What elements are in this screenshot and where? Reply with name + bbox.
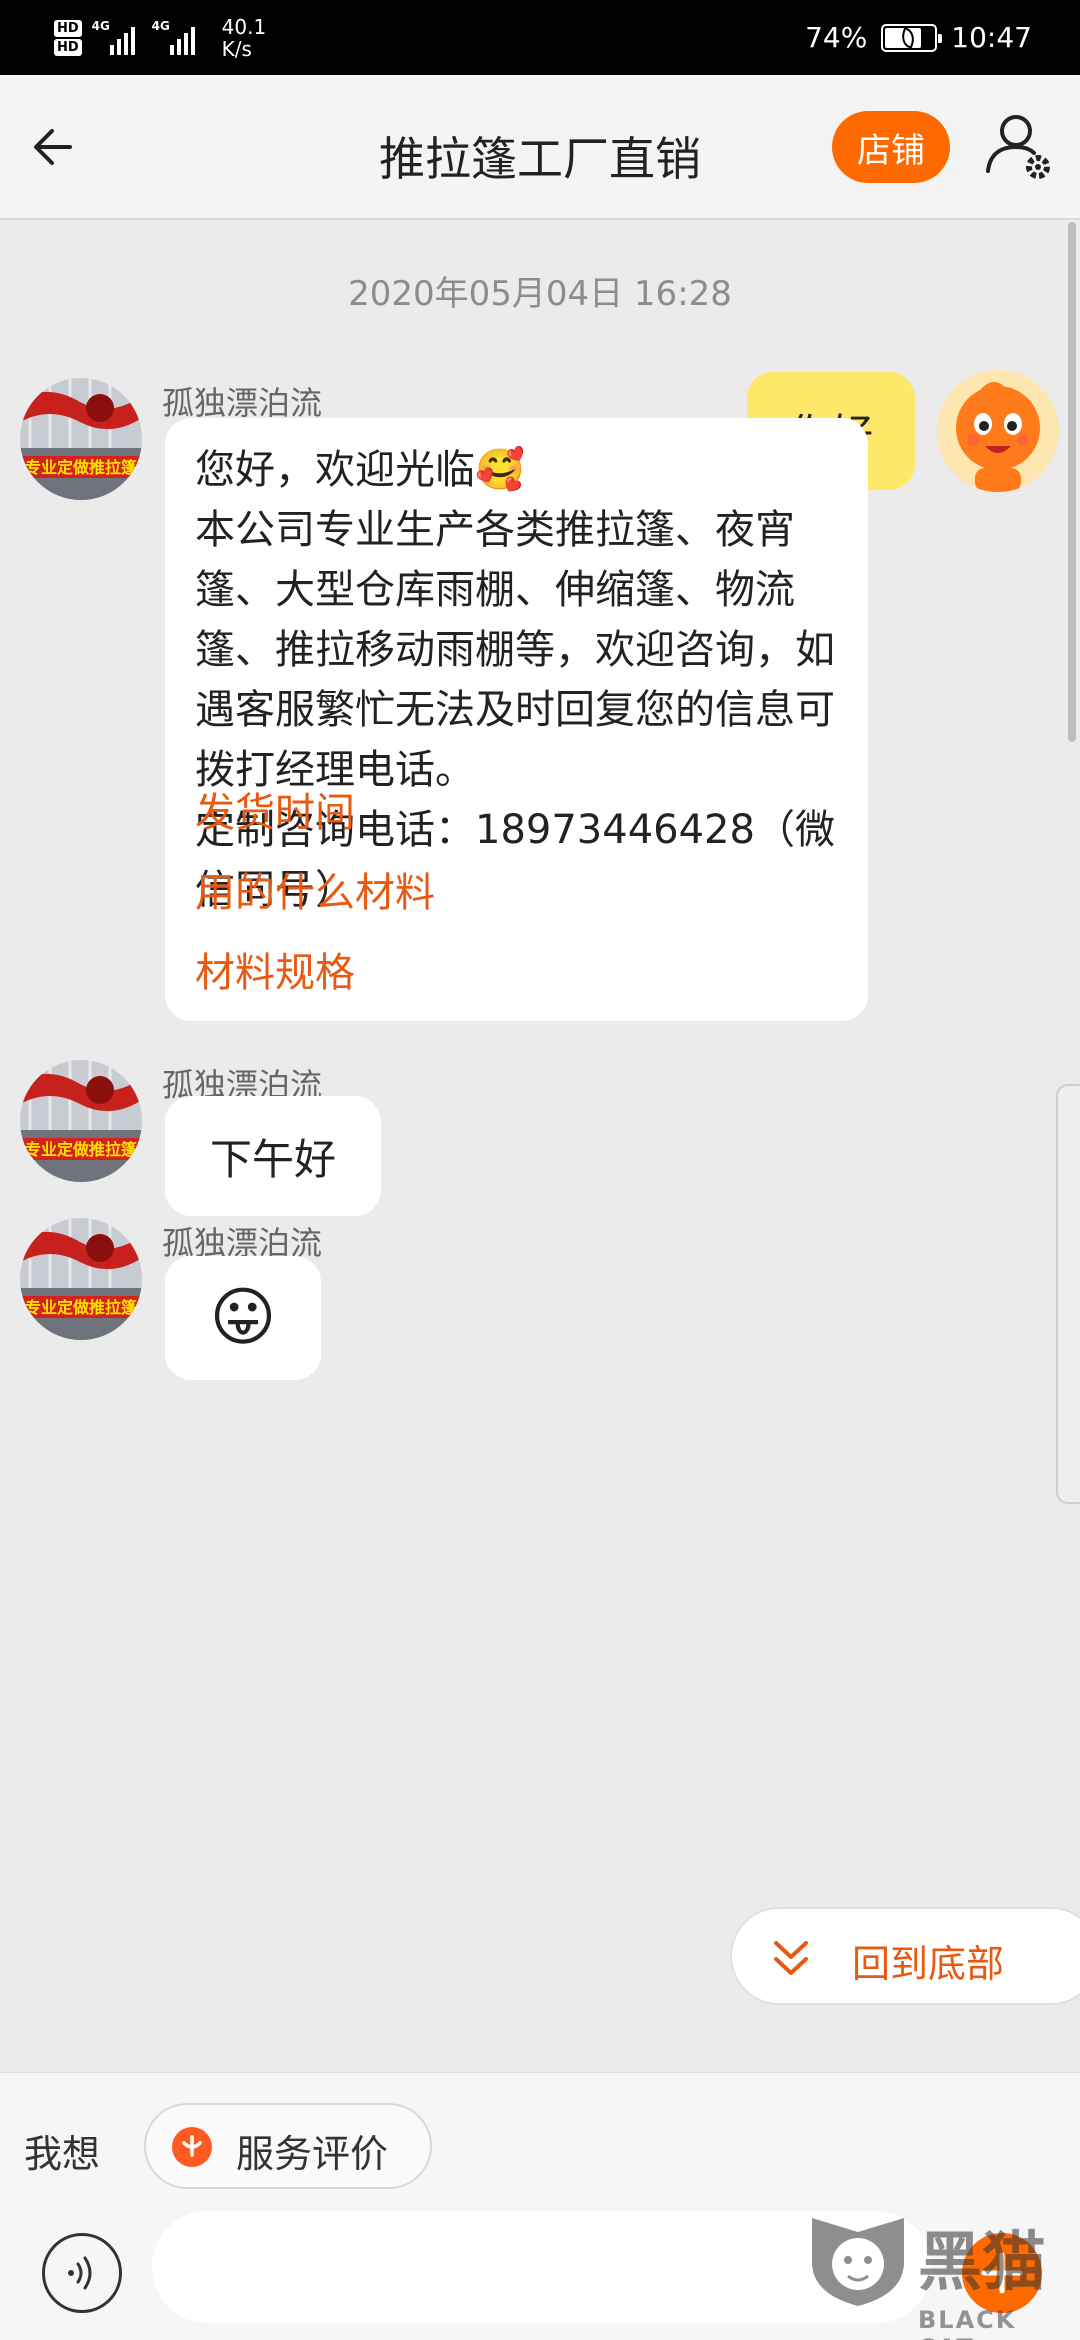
message-input[interactable]: [152, 2211, 932, 2323]
back-button[interactable]: [30, 117, 110, 177]
battery-percent: 74%: [805, 21, 868, 54]
store-banner-avatar: 专业定做推拉篷: [20, 1060, 142, 1182]
status-bar: HD HD 4G 4G 40.1 K/s 74% 10:47: [0, 0, 1080, 75]
double-chevron-down-icon: [774, 1941, 808, 1975]
emoji-message-bubble[interactable]: 😛: [165, 1256, 321, 1380]
my-avatar[interactable]: [937, 370, 1059, 492]
avatar-banner-text: 专业定做推拉篷: [25, 1298, 138, 1317]
store-button[interactable]: 店铺: [832, 111, 950, 183]
input-bar: 我想 服务评价: [0, 2072, 1080, 2340]
network-type: 4G: [91, 19, 110, 33]
avatar-banner-text: 专业定做推拉篷: [25, 1140, 138, 1159]
welcome-message-bubble[interactable]: 您好，欢迎光临🥰 本公司专业生产各类推拉篷、夜宵篷、大型仓库雨棚、伸缩篷、物流篷…: [165, 418, 868, 1021]
network-speed: 40.1 K/s: [221, 15, 267, 61]
signal-icon: 4G: [151, 19, 202, 55]
mascot-avatar-icon: [937, 370, 1059, 492]
quick-link-material-spec[interactable]: 材料规格: [195, 940, 355, 998]
quick-link-material[interactable]: 用的什么材料: [195, 860, 435, 918]
voice-input-button[interactable]: [42, 2233, 122, 2313]
back-arrow-icon: [34, 129, 72, 165]
back-to-bottom-label: 回到底部: [852, 1942, 1005, 1986]
rating-icon: [172, 2127, 212, 2167]
user-settings-icon: [986, 115, 1050, 179]
status-right: 74% 10:47: [805, 0, 1032, 75]
network-type: 4G: [151, 19, 170, 33]
suggestion-label: 我想: [24, 2132, 101, 2176]
avatar-banner-text: 专业定做推拉篷: [25, 458, 138, 477]
hd-icon: HD: [54, 20, 82, 37]
message-bubble[interactable]: 下午好: [165, 1096, 381, 1216]
scrollbar[interactable]: [1068, 222, 1076, 742]
user-settings-button[interactable]: [980, 107, 1060, 187]
quick-link-shipping-time[interactable]: 发货时间: [195, 780, 355, 838]
welcome-message-text: 您好，欢迎光临🥰 本公司专业生产各类推拉篷、夜宵篷、大型仓库雨棚、伸缩篷、物流篷…: [195, 447, 835, 913]
service-rating-chip[interactable]: 服务评价: [144, 2103, 432, 2189]
chat-area[interactable]: 2020年05月04日 16:28 已读 你好: [0, 222, 1080, 2072]
status-left: HD HD 4G 4G 40.1 K/s: [54, 12, 266, 64]
chat-header: 推拉篷工厂直销 店铺: [0, 75, 1080, 220]
message-timestamp: 2020年05月04日 16:28: [348, 274, 732, 314]
hd-icon: HD: [54, 39, 82, 56]
sender-avatar[interactable]: 专业定做推拉篷: [20, 378, 142, 500]
sender-avatar[interactable]: 专业定做推拉篷: [20, 1060, 142, 1182]
more-options-button[interactable]: [962, 2233, 1042, 2313]
clock: 10:47: [951, 21, 1032, 54]
battery-icon: [881, 23, 943, 52]
scroll-handle[interactable]: [1056, 1084, 1080, 1504]
plus-icon: [981, 2252, 1023, 2294]
signal-icon: 4G: [91, 19, 142, 55]
sender-avatar[interactable]: 专业定做推拉篷: [20, 1218, 142, 1340]
service-rating-label: 服务评价: [236, 2132, 389, 2176]
back-to-bottom-button[interactable]: 回到底部: [730, 1907, 1080, 2005]
store-banner-avatar: 专业定做推拉篷: [20, 378, 142, 500]
hd-indicators: HD HD: [54, 20, 82, 56]
voice-icon: [68, 2256, 92, 2290]
store-banner-avatar: 专业定做推拉篷: [20, 1218, 142, 1340]
